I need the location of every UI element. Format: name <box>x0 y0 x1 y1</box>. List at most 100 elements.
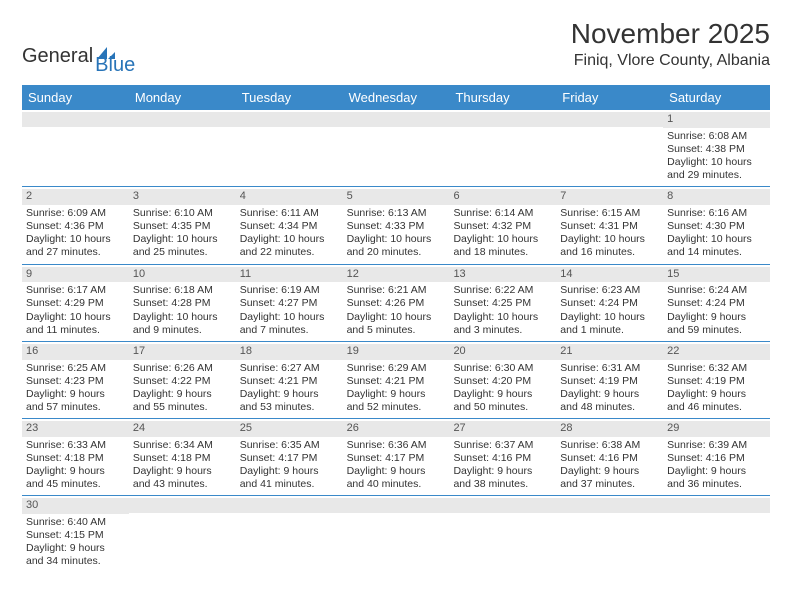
day-number: 6 <box>449 189 556 205</box>
day-number: 13 <box>449 267 556 283</box>
day-number <box>236 498 343 513</box>
day-cell: 11Sunrise: 6:19 AMSunset: 4:27 PMDayligh… <box>236 265 343 341</box>
daylight-text: Daylight: 10 hours and 29 minutes. <box>667 156 766 182</box>
day-number: 19 <box>343 344 450 360</box>
sunset-text: Sunset: 4:19 PM <box>560 375 659 388</box>
daylight-text: Daylight: 10 hours and 5 minutes. <box>347 311 446 337</box>
header-row: General Blue November 2025 Finiq, Vlore … <box>22 18 770 77</box>
day-number: 7 <box>556 189 663 205</box>
sunrise-text: Sunrise: 6:22 AM <box>453 284 552 297</box>
sunset-text: Sunset: 4:25 PM <box>453 297 552 310</box>
sunrise-text: Sunrise: 6:37 AM <box>453 439 552 452</box>
day-number: 9 <box>22 267 129 283</box>
day-number: 1 <box>663 112 770 128</box>
sunrise-text: Sunrise: 6:26 AM <box>133 362 232 375</box>
sunrise-text: Sunrise: 6:40 AM <box>26 516 125 529</box>
sunrise-text: Sunrise: 6:17 AM <box>26 284 125 297</box>
sunrise-text: Sunrise: 6:27 AM <box>240 362 339 375</box>
daylight-text: Daylight: 10 hours and 14 minutes. <box>667 233 766 259</box>
weekday-monday: Monday <box>129 85 236 110</box>
day-cell: 27Sunrise: 6:37 AMSunset: 4:16 PMDayligh… <box>449 419 556 495</box>
day-cell <box>663 496 770 572</box>
day-cell: 10Sunrise: 6:18 AMSunset: 4:28 PMDayligh… <box>129 265 236 341</box>
day-number <box>129 498 236 513</box>
day-cell: 6Sunrise: 6:14 AMSunset: 4:32 PMDaylight… <box>449 187 556 263</box>
day-cell: 2Sunrise: 6:09 AMSunset: 4:36 PMDaylight… <box>22 187 129 263</box>
day-cell <box>343 110 450 186</box>
day-number: 12 <box>343 267 450 283</box>
sunset-text: Sunset: 4:16 PM <box>560 452 659 465</box>
day-cell <box>556 496 663 572</box>
sunset-text: Sunset: 4:32 PM <box>453 220 552 233</box>
sunset-text: Sunset: 4:27 PM <box>240 297 339 310</box>
daylight-text: Daylight: 9 hours and 36 minutes. <box>667 465 766 491</box>
day-number: 3 <box>129 189 236 205</box>
daylight-text: Daylight: 9 hours and 45 minutes. <box>26 465 125 491</box>
day-cell: 15Sunrise: 6:24 AMSunset: 4:24 PMDayligh… <box>663 265 770 341</box>
week-row: 30Sunrise: 6:40 AMSunset: 4:15 PMDayligh… <box>22 496 770 572</box>
daylight-text: Daylight: 9 hours and 37 minutes. <box>560 465 659 491</box>
sunset-text: Sunset: 4:38 PM <box>667 143 766 156</box>
day-cell: 12Sunrise: 6:21 AMSunset: 4:26 PMDayligh… <box>343 265 450 341</box>
sunset-text: Sunset: 4:16 PM <box>667 452 766 465</box>
sunrise-text: Sunrise: 6:35 AM <box>240 439 339 452</box>
calendar: Sunday Monday Tuesday Wednesday Thursday… <box>22 85 770 573</box>
day-cell <box>449 496 556 572</box>
day-cell <box>129 496 236 572</box>
day-number <box>556 112 663 127</box>
daylight-text: Daylight: 9 hours and 41 minutes. <box>240 465 339 491</box>
daylight-text: Daylight: 10 hours and 7 minutes. <box>240 311 339 337</box>
sunrise-text: Sunrise: 6:18 AM <box>133 284 232 297</box>
daylight-text: Daylight: 9 hours and 50 minutes. <box>453 388 552 414</box>
day-number: 2 <box>22 189 129 205</box>
day-number: 16 <box>22 344 129 360</box>
daylight-text: Daylight: 9 hours and 59 minutes. <box>667 311 766 337</box>
weekday-thursday: Thursday <box>449 85 556 110</box>
day-number: 20 <box>449 344 556 360</box>
day-cell: 24Sunrise: 6:34 AMSunset: 4:18 PMDayligh… <box>129 419 236 495</box>
day-cell: 13Sunrise: 6:22 AMSunset: 4:25 PMDayligh… <box>449 265 556 341</box>
day-cell: 1Sunrise: 6:08 AMSunset: 4:38 PMDaylight… <box>663 110 770 186</box>
sunset-text: Sunset: 4:21 PM <box>240 375 339 388</box>
daylight-text: Daylight: 10 hours and 22 minutes. <box>240 233 339 259</box>
day-cell: 28Sunrise: 6:38 AMSunset: 4:16 PMDayligh… <box>556 419 663 495</box>
daylight-text: Daylight: 10 hours and 3 minutes. <box>453 311 552 337</box>
sunrise-text: Sunrise: 6:23 AM <box>560 284 659 297</box>
day-number: 5 <box>343 189 450 205</box>
weekday-header: Sunday Monday Tuesday Wednesday Thursday… <box>22 85 770 110</box>
month-title: November 2025 <box>571 18 770 50</box>
title-block: November 2025 Finiq, Vlore County, Alban… <box>571 18 770 70</box>
logo-text-general: General <box>22 45 93 68</box>
day-cell <box>22 110 129 186</box>
day-number: 21 <box>556 344 663 360</box>
weekday-friday: Friday <box>556 85 663 110</box>
daylight-text: Daylight: 9 hours and 38 minutes. <box>453 465 552 491</box>
day-cell: 18Sunrise: 6:27 AMSunset: 4:21 PMDayligh… <box>236 342 343 418</box>
daylight-text: Daylight: 9 hours and 46 minutes. <box>667 388 766 414</box>
day-cell: 4Sunrise: 6:11 AMSunset: 4:34 PMDaylight… <box>236 187 343 263</box>
day-number <box>663 498 770 513</box>
day-number: 18 <box>236 344 343 360</box>
day-cell: 20Sunrise: 6:30 AMSunset: 4:20 PMDayligh… <box>449 342 556 418</box>
day-number: 14 <box>556 267 663 283</box>
day-cell: 23Sunrise: 6:33 AMSunset: 4:18 PMDayligh… <box>22 419 129 495</box>
day-number <box>449 498 556 513</box>
weekday-saturday: Saturday <box>663 85 770 110</box>
day-number: 27 <box>449 421 556 437</box>
day-cell <box>343 496 450 572</box>
sunrise-text: Sunrise: 6:09 AM <box>26 207 125 220</box>
sunset-text: Sunset: 4:18 PM <box>133 452 232 465</box>
day-cell: 19Sunrise: 6:29 AMSunset: 4:21 PMDayligh… <box>343 342 450 418</box>
sunrise-text: Sunrise: 6:24 AM <box>667 284 766 297</box>
day-number <box>556 498 663 513</box>
week-row: 2Sunrise: 6:09 AMSunset: 4:36 PMDaylight… <box>22 187 770 264</box>
sunset-text: Sunset: 4:18 PM <box>26 452 125 465</box>
daylight-text: Daylight: 9 hours and 52 minutes. <box>347 388 446 414</box>
logo: General Blue <box>22 36 135 77</box>
day-cell: 3Sunrise: 6:10 AMSunset: 4:35 PMDaylight… <box>129 187 236 263</box>
week-row: 16Sunrise: 6:25 AMSunset: 4:23 PMDayligh… <box>22 342 770 419</box>
weekday-wednesday: Wednesday <box>343 85 450 110</box>
day-number: 15 <box>663 267 770 283</box>
week-row: 1Sunrise: 6:08 AMSunset: 4:38 PMDaylight… <box>22 110 770 187</box>
location-text: Finiq, Vlore County, Albania <box>571 52 770 70</box>
